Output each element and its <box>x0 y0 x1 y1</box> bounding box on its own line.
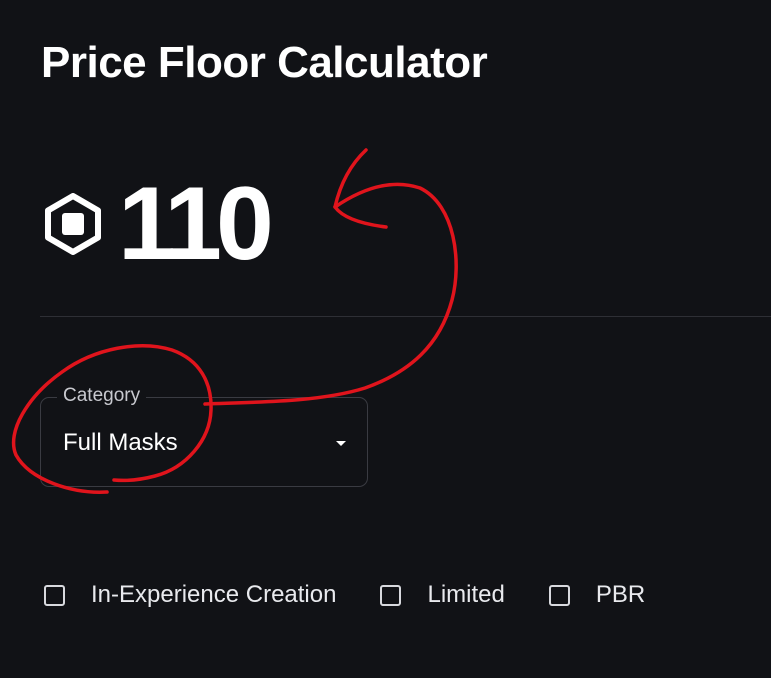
divider <box>40 316 771 317</box>
limited-checkbox[interactable] <box>380 584 402 606</box>
annotation-arrow <box>333 148 388 229</box>
in-experience-creation-option[interactable]: In-Experience Creation <box>44 580 336 610</box>
limited-label: Limited <box>427 581 505 608</box>
category-label: Category <box>57 384 147 408</box>
options-row: In-Experience Creation Limited PBR <box>44 578 645 612</box>
robux-icon <box>45 193 101 255</box>
category-select[interactable]: Category Full Masks <box>40 384 368 487</box>
price-value: 110 <box>118 166 274 282</box>
chevron-down-icon <box>336 441 346 446</box>
red-annotation-overlay <box>11 148 458 494</box>
page-title: Price Floor Calculator <box>41 38 488 87</box>
price-display: 110 <box>44 166 274 282</box>
category-selected-value: Full Masks <box>63 429 178 456</box>
in-experience-creation-checkbox[interactable] <box>44 584 65 606</box>
pbr-label: PBR <box>595 581 646 608</box>
in-experience-creation-label: In-Experience Creation <box>91 581 337 608</box>
limited-option[interactable]: Limited <box>380 580 505 610</box>
pbr-checkbox[interactable] <box>548 584 570 606</box>
pbr-option[interactable]: PBR <box>548 580 646 610</box>
